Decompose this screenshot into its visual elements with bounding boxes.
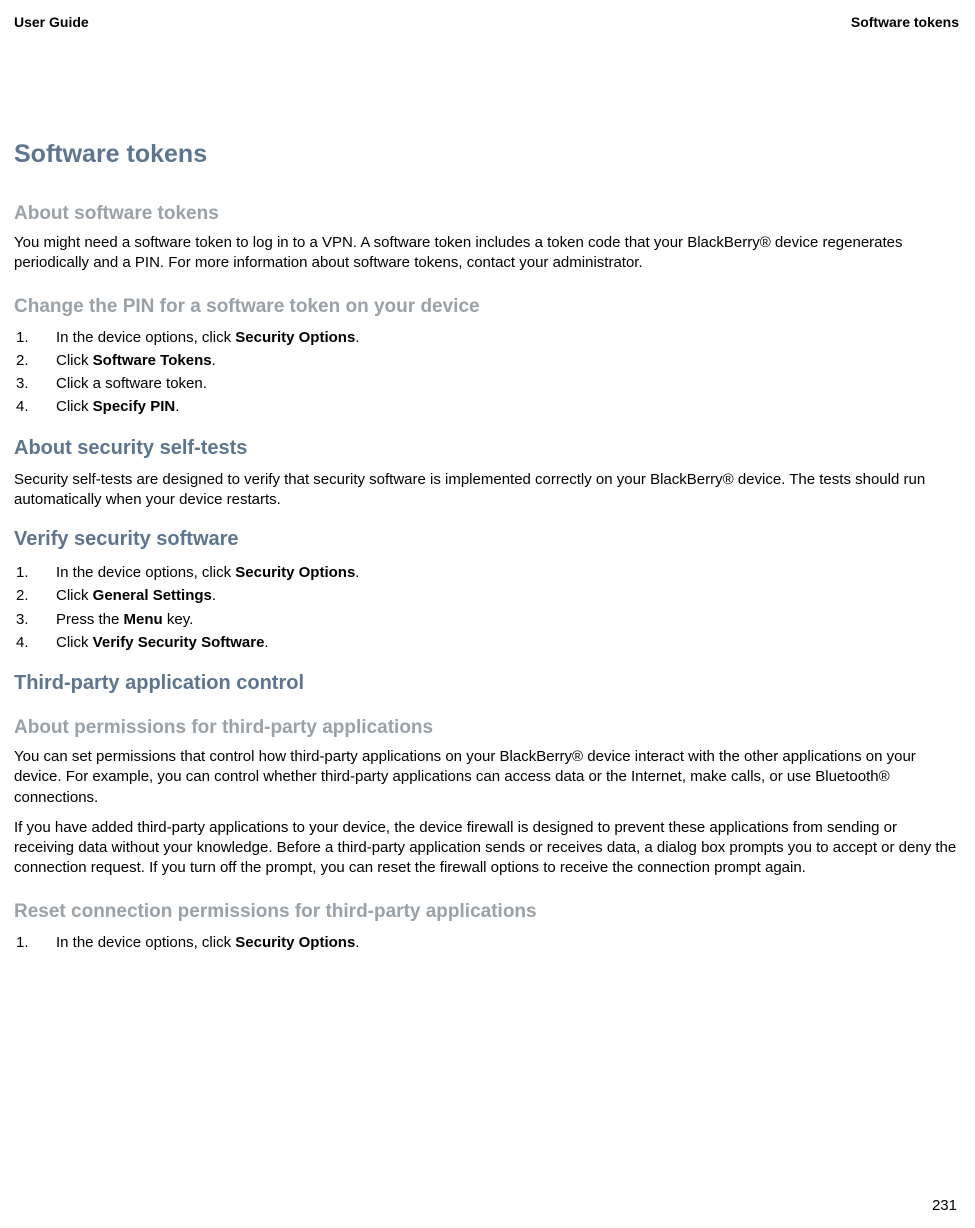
step-text-bold: Security Options	[235, 329, 355, 346]
header-left: User Guide	[14, 14, 89, 30]
heading-about-security-self-tests: About security self-tests	[14, 437, 959, 460]
para-about-security-self-tests: Security self-tests are designed to veri…	[14, 470, 959, 511]
step-text-pre: Click	[56, 634, 93, 651]
step-item: Click Verify Security Software.	[14, 631, 959, 654]
step-text-pre: Click a software token.	[56, 375, 207, 392]
step-text-bold: Specify PIN	[93, 398, 176, 415]
step-text-pre: In the device options, click	[56, 564, 235, 581]
step-text-bold: Verify Security Software	[93, 634, 265, 651]
steps-verify-security-software: In the device options, click Security Op…	[14, 561, 959, 654]
step-text-pre: Press the	[56, 611, 124, 628]
para-about-permissions-2: If you have added third-party applicatio…	[14, 818, 959, 879]
step-text-post: .	[212, 352, 216, 369]
heading-reset-permissions: Reset connection permissions for third-p…	[14, 901, 959, 923]
step-text-post: .	[355, 934, 359, 951]
step-text-post: .	[212, 587, 216, 604]
step-text-bold: Security Options	[235, 934, 355, 951]
step-text-bold: Security Options	[235, 564, 355, 581]
heading-about-software-tokens: About software tokens	[14, 203, 959, 225]
page-header: User Guide Software tokens	[14, 14, 959, 30]
step-text-pre: Click	[56, 352, 93, 369]
step-text-post: key.	[163, 611, 194, 628]
step-item: In the device options, click Security Op…	[14, 931, 959, 954]
step-text-post: .	[355, 564, 359, 581]
heading-change-pin: Change the PIN for a software token on y…	[14, 296, 959, 318]
page-number: 231	[932, 1197, 957, 1214]
step-text-pre: In the device options, click	[56, 934, 235, 951]
step-text-bold: Menu	[124, 611, 163, 628]
step-item: Press the Menu key.	[14, 608, 959, 631]
para-about-permissions-1: You can set permissions that control how…	[14, 747, 959, 808]
step-item: In the device options, click Security Op…	[14, 326, 959, 349]
step-item: Click Software Tokens.	[14, 349, 959, 372]
header-right: Software tokens	[851, 14, 959, 30]
step-text-post: .	[264, 634, 268, 651]
step-text-bold: Software Tokens	[93, 352, 212, 369]
chapter-title: Software tokens	[14, 140, 959, 169]
step-text-pre: In the device options, click	[56, 329, 235, 346]
heading-third-party-control: Third-party application control	[14, 672, 959, 695]
step-item: Click Specify PIN.	[14, 395, 959, 418]
step-text-bold: General Settings	[93, 587, 212, 604]
step-item: In the device options, click Security Op…	[14, 561, 959, 584]
heading-verify-security-software: Verify security software	[14, 528, 959, 551]
steps-reset-permissions: In the device options, click Security Op…	[14, 931, 959, 954]
step-text-pre: Click	[56, 587, 93, 604]
heading-about-permissions: About permissions for third-party applic…	[14, 717, 959, 739]
step-text-pre: Click	[56, 398, 93, 415]
step-item: Click a software token.	[14, 372, 959, 395]
steps-change-pin: In the device options, click Security Op…	[14, 326, 959, 419]
para-about-software-tokens: You might need a software token to log i…	[14, 233, 959, 274]
step-item: Click General Settings.	[14, 584, 959, 607]
step-text-post: .	[175, 398, 179, 415]
step-text-post: .	[355, 329, 359, 346]
